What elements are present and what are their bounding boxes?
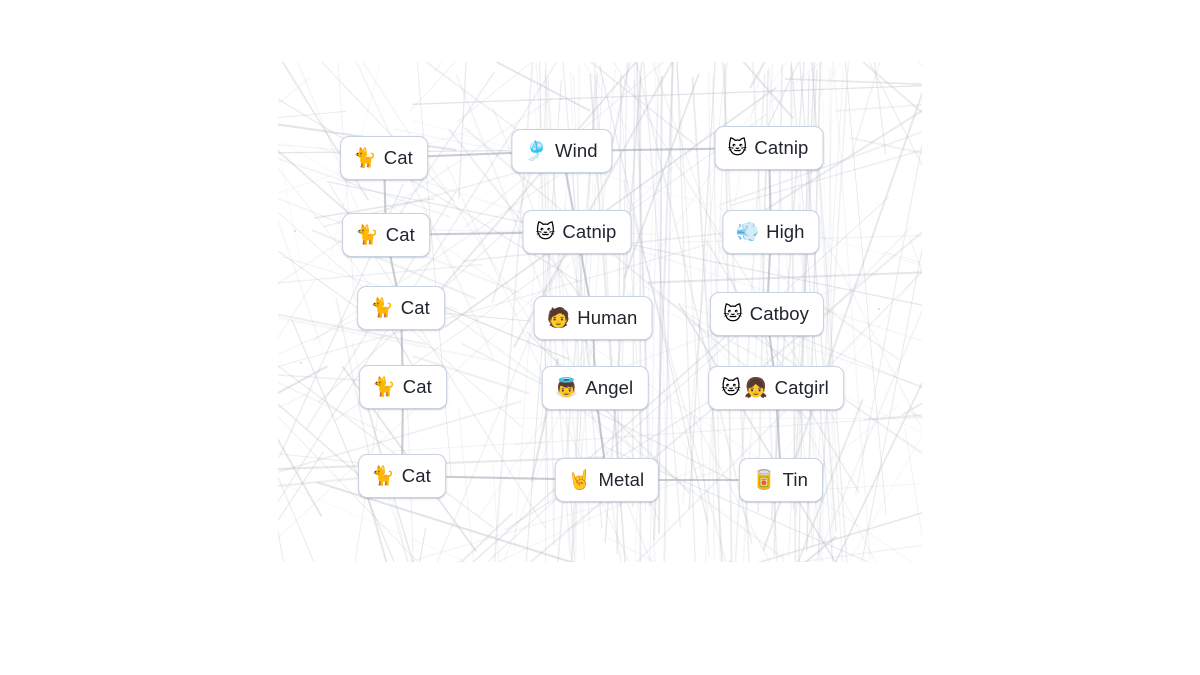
graph-node-cat3[interactable]: 🐈 Cat [357, 286, 445, 330]
node-emoji-group: 💨 [735, 220, 760, 243]
node-emoji-group: 🐈 [355, 223, 379, 246]
node-label: Cat [400, 297, 430, 318]
node-emoji-icon: 🎐 [524, 139, 549, 162]
graph-node-tin[interactable]: 🥫 Tin [739, 458, 823, 502]
background-speck [560, 98, 562, 100]
node-label: Tin [782, 469, 808, 490]
graph-node-catnip1[interactable]: 🐱 Catnip [714, 126, 824, 170]
node-emoji-group: 👼 [554, 376, 579, 399]
background-speck [300, 362, 302, 364]
node-emoji-icon: 👼 [554, 376, 579, 399]
node-label: Metal [598, 469, 645, 490]
graph-node-catnip2[interactable]: 🐱 Catnip [522, 210, 632, 254]
background-speck [698, 324, 700, 326]
node-emoji-group: 🧑 [546, 306, 571, 329]
node-layer[interactable]: 🐈 Cat 🐈 Cat 🐈 Cat 🐈 Cat 🐈 Cat 🎐 Wind 🐱 Catnip 🧑 Human 👼 A… [278, 62, 922, 562]
node-label: Cat [401, 465, 431, 486]
node-emoji-group: 🐈 [370, 296, 394, 319]
graph-node-human[interactable]: 🧑 Human [533, 296, 653, 340]
node-emoji-icon: 🐈 [370, 296, 394, 319]
graph-node-cat4[interactable]: 🐈 Cat [359, 365, 447, 409]
node-emoji-icon: 🐈 [371, 464, 395, 487]
node-label: Catboy [749, 303, 810, 324]
background-speck [878, 308, 880, 310]
node-label: High [766, 221, 805, 242]
node-label: Human [577, 307, 638, 328]
node-label: Cat [402, 376, 432, 397]
graph-canvas[interactable]: 🐈 Cat 🐈 Cat 🐈 Cat 🐈 Cat 🐈 Cat 🎐 Wind 🐱 Catnip 🧑 Human 👼 A… [278, 62, 922, 562]
node-label: Wind [555, 140, 598, 161]
node-emoji-group: 🐈 [372, 375, 396, 398]
node-emoji-icon: 🐱 [727, 136, 748, 159]
node-label: Catnip [754, 137, 809, 158]
graph-node-wind[interactable]: 🎐 Wind [511, 129, 613, 173]
graph-node-cat2[interactable]: 🐈 Cat [342, 213, 430, 257]
node-emoji-icon: 💨 [735, 220, 760, 243]
graph-node-cat1[interactable]: 🐈 Cat [340, 136, 428, 180]
node-emoji-group: 🐱 [535, 220, 556, 243]
node-emoji-icon: 🐱 [722, 302, 743, 325]
node-emoji-group: 🐱 [727, 136, 748, 159]
graph-node-catgirl[interactable]: 🐱 👧 Catgirl [708, 366, 844, 410]
node-emoji-group: 🎐 [524, 139, 549, 162]
graph-node-metal[interactable]: 🤘 Metal [554, 458, 660, 502]
node-emoji-icon: 🐱 [721, 376, 741, 399]
node-label: Cat [383, 147, 413, 168]
node-emoji-icon: 🧑 [546, 306, 571, 329]
node-emoji-icon: 🥫 [752, 468, 776, 491]
background-speck [294, 230, 296, 232]
node-emoji-group: 🤘 [567, 468, 592, 491]
node-emoji-group: 🐱 👧 [721, 376, 768, 399]
node-emoji-group: 🥫 [752, 468, 776, 491]
node-label: Cat [385, 224, 415, 245]
node-emoji-group: 🐱 [722, 302, 743, 325]
node-emoji-group: 🐈 [371, 464, 395, 487]
node-emoji-icon: 🐈 [355, 223, 379, 246]
node-emoji-icon: 🐈 [353, 146, 377, 169]
node-label: Catnip [562, 221, 617, 242]
node-emoji-icon: 🐱 [535, 220, 556, 243]
graph-node-angel[interactable]: 👼 Angel [541, 366, 649, 410]
node-emoji-icon: 🐈 [372, 375, 396, 398]
node-label: Angel [585, 377, 634, 398]
node-emoji-group: 🐈 [353, 146, 377, 169]
graph-node-high[interactable]: 💨 High [722, 210, 820, 254]
graph-node-catboy[interactable]: 🐱 Catboy [709, 292, 825, 336]
node-label: Catgirl [774, 377, 829, 398]
node-emoji-icon: 🤘 [567, 468, 592, 491]
graph-node-cat5[interactable]: 🐈 Cat [358, 454, 446, 498]
app-root: 🐈 Cat 🐈 Cat 🐈 Cat 🐈 Cat 🐈 Cat 🎐 Wind 🐱 Catnip 🧑 Human 👼 A… [0, 0, 1200, 675]
node-emoji-icon: 👧 [743, 376, 768, 399]
